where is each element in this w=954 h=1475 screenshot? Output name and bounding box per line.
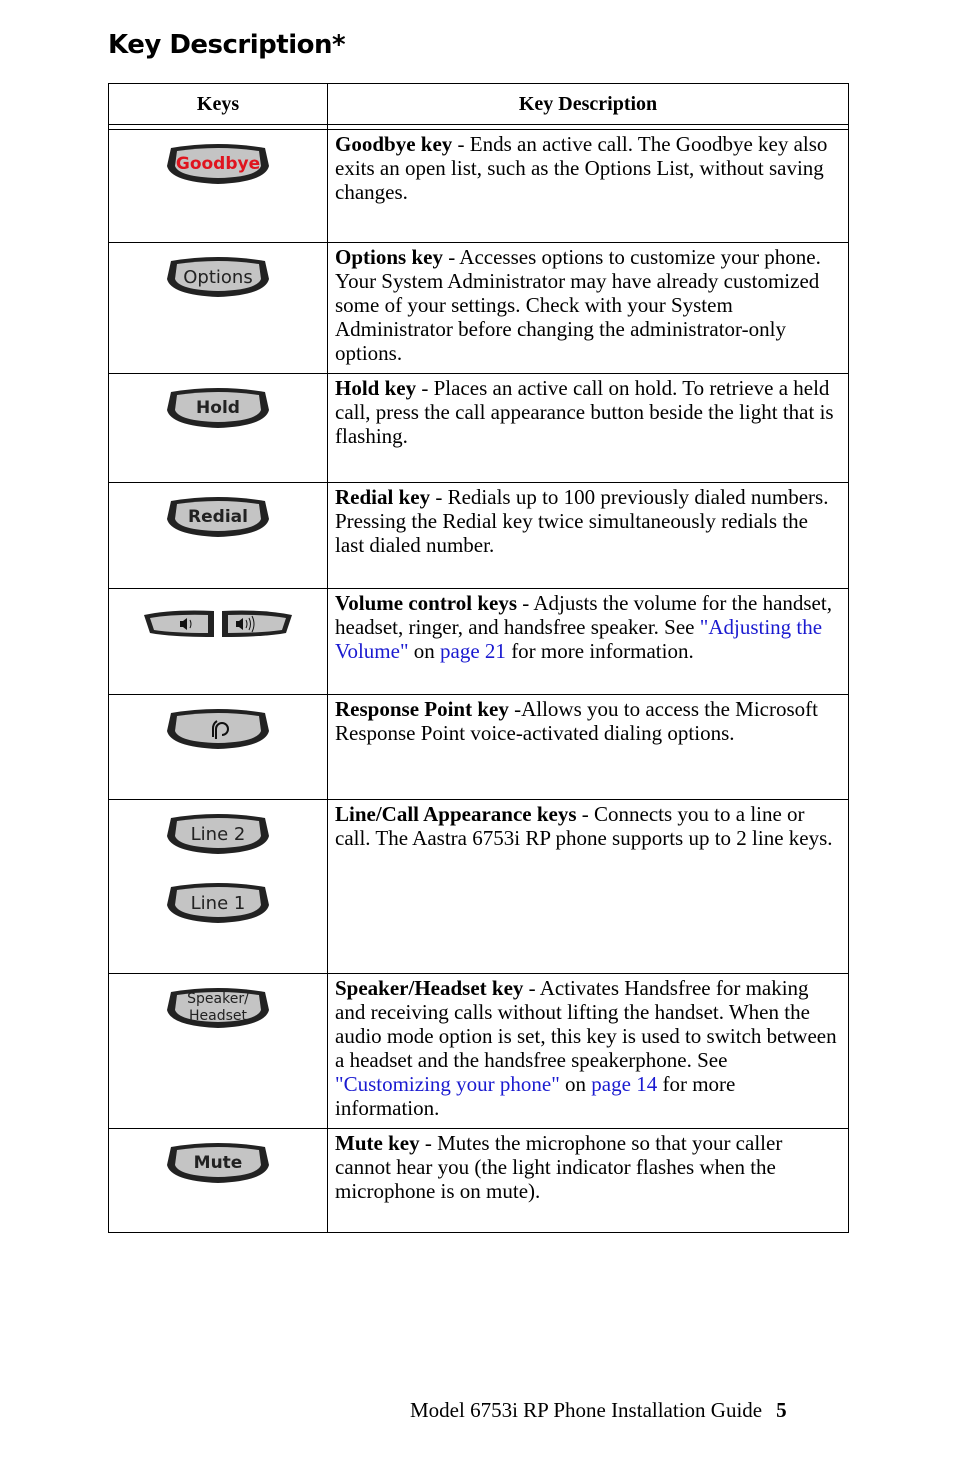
line-2-key-image: Line 2: [165, 812, 271, 856]
table-row: Response Point key -Allows you to access…: [108, 694, 849, 800]
hold-key-image: Hold: [165, 386, 271, 430]
page-21-link[interactable]: page 21: [440, 639, 506, 663]
line-1-key-image: Line 1: [165, 881, 271, 925]
mute-key-image: Mute: [165, 1141, 271, 1185]
goodbye-key-image: Goodbye: [165, 142, 271, 186]
page-number: 5: [776, 1398, 787, 1422]
speaker-headset-key-image: Speaker/Headset: [165, 986, 271, 1030]
redial-key-image: Redial: [165, 495, 271, 539]
key-description-table: Keys Key Description Goodbye Goodbye key…: [108, 83, 849, 1233]
table-row: Line 2 Line 1 Line/Call Appearance keys …: [108, 799, 849, 974]
header-key-description: Key Description: [327, 83, 849, 125]
table-row: Hold Hold key - Places an active call on…: [108, 373, 849, 483]
page-14-link[interactable]: page 14: [591, 1072, 657, 1096]
table-row: Redial Redial key - Redials up to 100 pr…: [108, 482, 849, 589]
options-key-image: Options: [165, 255, 271, 299]
table-row: Mute Mute key - Mutes the microphone so …: [108, 1128, 849, 1233]
table-row: Volume control keys - Adjusts the volume…: [108, 588, 849, 695]
response-point-key-image: [165, 707, 271, 751]
customizing-phone-link[interactable]: "Customizing your phone": [335, 1072, 560, 1096]
table-row: Goodbye Goodbye key - Ends an active cal…: [108, 129, 849, 243]
page-footer: Model 6753i RP Phone Installation Guide 5: [410, 1398, 787, 1423]
table-row: Speaker/Headset Speaker/Headset key - Ac…: [108, 973, 849, 1129]
table-row: Options Options key - Accesses options t…: [108, 242, 849, 374]
footer-title: Model 6753i RP Phone Installation Guide: [410, 1398, 763, 1422]
header-keys: Keys: [108, 83, 328, 125]
volume-up-icon: [222, 610, 292, 637]
page-title: Key Description*: [108, 30, 346, 60]
volume-down-icon: [144, 610, 214, 637]
